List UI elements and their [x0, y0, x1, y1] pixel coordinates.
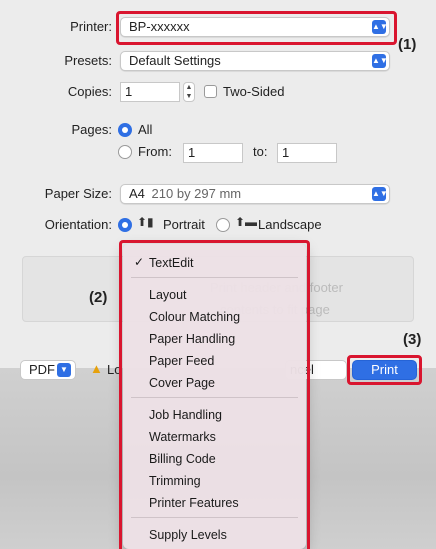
highlight-menu — [119, 240, 310, 549]
paper-size-label: Paper Size: — [44, 186, 112, 201]
portrait-radio[interactable] — [118, 218, 132, 232]
landscape-radio[interactable] — [216, 218, 230, 232]
two-sided-label: Two-Sided — [223, 84, 285, 99]
paper-size-value: A4 — [129, 186, 145, 201]
paper-size-popup[interactable]: A4 210 by 297 mm ▲▼ — [120, 184, 390, 204]
copies-stepper[interactable]: ▲ ▼ — [183, 82, 195, 102]
callout-2: (2) — [89, 289, 108, 306]
chevron-updown-icon: ▲▼ — [372, 187, 388, 201]
paper-size-dims: 210 by 297 mm — [151, 186, 242, 201]
copies-label: Copies: — [67, 84, 112, 99]
pages-from-radio[interactable] — [118, 145, 132, 159]
highlight-print — [347, 355, 422, 385]
pages-label: Pages: — [71, 122, 112, 137]
chevron-updown-icon: ▲▼ — [372, 54, 388, 68]
callout-1: (1) — [398, 36, 417, 53]
pages-all-radio[interactable] — [118, 123, 132, 137]
landscape-icon: ⬆▬ — [235, 215, 258, 229]
printer-label: Printer: — [70, 19, 112, 34]
two-sided-checkbox[interactable] — [204, 85, 217, 98]
copies-field[interactable]: 1 — [120, 82, 180, 102]
orientation-label: Orientation: — [44, 217, 112, 232]
pages-from-field[interactable]: 1 — [183, 143, 243, 163]
callout-3: (3) — [403, 331, 422, 348]
portrait-icon: ⬆▮ — [137, 215, 154, 229]
chevron-down-icon: ▼ — [57, 363, 71, 377]
pages-all-label: All — [138, 122, 153, 137]
presets-value: Default Settings — [129, 53, 221, 68]
landscape-label: Landscape — [258, 217, 322, 232]
portrait-label: Portrait — [163, 217, 205, 232]
pages-from-label: From: — [138, 144, 172, 159]
presets-popup[interactable]: Default Settings ▲▼ — [120, 51, 390, 71]
pages-to-field[interactable]: 1 — [277, 143, 337, 163]
pages-to-label: to: — [253, 144, 268, 159]
presets-label: Presets: — [64, 53, 112, 68]
pdf-menu-button[interactable]: PDF ▼ — [20, 360, 76, 380]
pdf-label: PDF — [29, 362, 55, 377]
highlight-printer — [116, 11, 397, 45]
warning-icon: ▲ — [90, 361, 103, 376]
